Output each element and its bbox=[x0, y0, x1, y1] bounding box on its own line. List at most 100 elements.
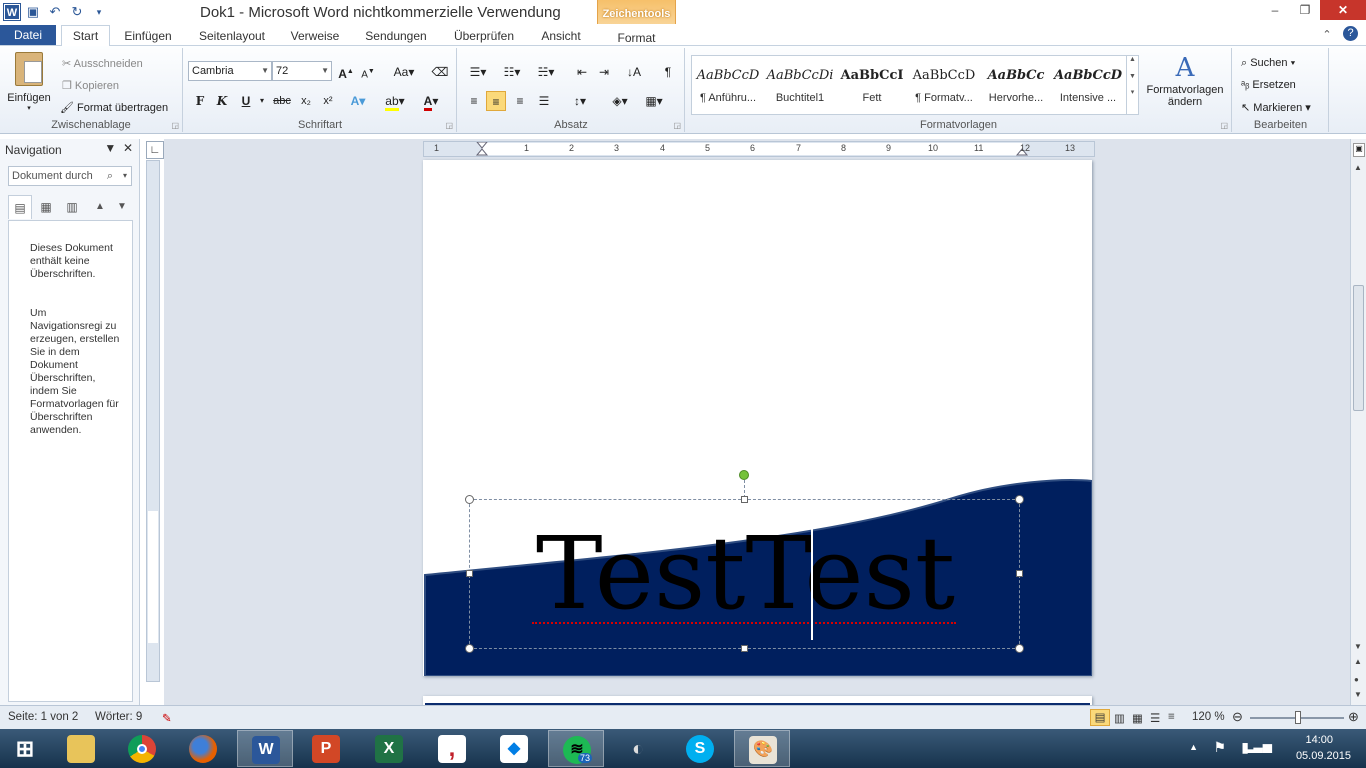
textbox[interactable]: TestTest bbox=[469, 499, 1020, 649]
style-item[interactable]: AaBbCcI Fett bbox=[836, 56, 908, 114]
resize-handle-tl[interactable] bbox=[465, 495, 474, 504]
tab-verweise[interactable]: Verweise bbox=[284, 26, 346, 46]
copy-button[interactable]: ❐ Kopieren bbox=[62, 79, 119, 92]
italic-button[interactable]: K bbox=[212, 91, 232, 111]
strikethrough-button[interactable]: abc bbox=[270, 91, 294, 111]
resize-handle-t[interactable] bbox=[741, 496, 748, 503]
resize-handle-bl[interactable] bbox=[465, 644, 474, 653]
font-name-combo[interactable]: Cambria ▼ bbox=[188, 61, 272, 81]
scroll-down-icon[interactable]: ▼ bbox=[1354, 642, 1362, 651]
chevron-down-icon[interactable]: ▾ bbox=[123, 167, 127, 185]
customize-qat-icon[interactable]: ▾ bbox=[90, 3, 108, 21]
paste-button[interactable]: Einfügen ▾ bbox=[4, 52, 54, 112]
outline-icon[interactable]: ☰ bbox=[1150, 711, 1160, 725]
web-layout-icon[interactable]: ▦ bbox=[1132, 711, 1143, 725]
shrink-font-icon[interactable]: A▼ bbox=[358, 62, 378, 82]
chevron-up-icon[interactable]: ▲ bbox=[1127, 56, 1138, 63]
line-spacing-icon[interactable]: ↕▾ bbox=[566, 91, 594, 111]
chevron-down-icon[interactable]: ▼ bbox=[1127, 73, 1138, 80]
draft-icon[interactable]: ≡ bbox=[1168, 711, 1175, 723]
ruler-toggle-icon[interactable]: ▣ bbox=[1353, 143, 1365, 157]
borders-icon[interactable]: ▦▾ bbox=[640, 91, 668, 111]
increase-indent-icon[interactable]: ⇥ bbox=[594, 62, 614, 82]
pilcrow-icon[interactable]: ¶ bbox=[658, 62, 678, 82]
align-right-icon[interactable]: ≡ bbox=[510, 91, 530, 111]
bullets-icon[interactable]: ☰▾ bbox=[464, 62, 492, 82]
collapse-ribbon-icon[interactable]: ⌃ bbox=[1318, 26, 1336, 44]
taskbar-powerpoint[interactable]: P bbox=[298, 730, 354, 767]
grow-font-icon[interactable]: A▲ bbox=[336, 62, 356, 82]
gallery-scroll[interactable]: ▲ ▼ ▾ bbox=[1126, 56, 1138, 114]
cut-button[interactable]: ✂ Ausschneiden bbox=[62, 57, 143, 70]
style-item[interactable]: AaBbCcD ¶ Anführu... bbox=[692, 56, 764, 114]
next-icon[interactable]: ▼ bbox=[110, 195, 134, 219]
taskbar-explorer[interactable] bbox=[53, 730, 109, 767]
select-button[interactable]: ↖ Markieren ▾ bbox=[1241, 101, 1311, 114]
justify-icon[interactable]: ☰ bbox=[534, 91, 554, 111]
restore-button[interactable]: ❐ bbox=[1290, 0, 1320, 20]
search-icon[interactable]: ⌕ bbox=[107, 167, 113, 185]
numbering-icon[interactable]: ☷▾ bbox=[498, 62, 526, 82]
sort-icon[interactable]: ↓A bbox=[624, 62, 644, 82]
next-page-icon[interactable]: ▼ bbox=[1354, 690, 1362, 699]
pages-tab-icon[interactable]: ▦ bbox=[34, 195, 58, 219]
redo-icon[interactable]: ↻ bbox=[68, 3, 86, 21]
font-color-icon[interactable]: A▾ bbox=[416, 91, 446, 111]
taskbar-speaker-app[interactable]: ◐ bbox=[610, 730, 666, 767]
dialog-launcher-icon[interactable]: ◲ bbox=[1220, 121, 1228, 130]
font-size-combo[interactable]: 72 ▼ bbox=[272, 61, 332, 81]
zoom-out-icon[interactable]: ⊖ bbox=[1232, 709, 1243, 725]
dialog-launcher-icon[interactable]: ◲ bbox=[673, 121, 681, 130]
browse-object-icon[interactable]: ● bbox=[1354, 675, 1359, 684]
full-screen-icon[interactable]: ▥ bbox=[1114, 711, 1125, 725]
find-button[interactable]: ⌕ Suchen ▾ bbox=[1241, 57, 1295, 70]
headings-tab-icon[interactable]: ▤ bbox=[8, 195, 32, 219]
style-item[interactable]: AaBbCcD ¶ Formatv... bbox=[908, 56, 980, 114]
tab-format[interactable]: Format bbox=[598, 28, 675, 48]
document-page[interactable]: TestTest bbox=[423, 160, 1092, 676]
tab-datei[interactable]: Datei bbox=[0, 25, 56, 45]
resize-handle-tr[interactable] bbox=[1015, 495, 1024, 504]
dialog-launcher-icon[interactable]: ◲ bbox=[171, 121, 179, 130]
taskbar-dropbox[interactable]: ◆ bbox=[486, 730, 542, 767]
resize-handle-r[interactable] bbox=[1016, 570, 1023, 577]
resize-handle-l[interactable] bbox=[466, 570, 473, 577]
tab-seitenlayout[interactable]: Seitenlayout bbox=[192, 26, 272, 46]
previous-icon[interactable]: ▲ bbox=[88, 195, 112, 219]
dialog-launcher-icon[interactable]: ◲ bbox=[445, 121, 453, 130]
taskbar-app[interactable]: , bbox=[424, 730, 480, 767]
superscript-icon[interactable]: x² bbox=[318, 91, 338, 111]
page-count[interactable]: Seite: 1 von 2 bbox=[8, 711, 78, 723]
word-count[interactable]: Wörter: 9 bbox=[95, 711, 142, 723]
style-item[interactable]: AaBbCcD Intensive ... bbox=[1052, 56, 1124, 114]
change-styles-button[interactable]: A Formatvorlagen ändern bbox=[1142, 52, 1228, 108]
tab-ueberpruefen[interactable]: Überprüfen bbox=[446, 26, 522, 46]
start-button[interactable]: ⊞ bbox=[0, 730, 50, 767]
tab-selector[interactable]: ∟ bbox=[146, 141, 164, 159]
zoom-slider-thumb[interactable] bbox=[1295, 711, 1301, 724]
navigation-search-input[interactable]: Dokument durch ⌕ ▾ bbox=[8, 166, 132, 186]
previous-page-icon[interactable]: ▲ bbox=[1354, 657, 1362, 666]
results-tab-icon[interactable]: ▥ bbox=[60, 195, 84, 219]
undo-icon[interactable]: ↶ bbox=[46, 3, 64, 21]
taskbar-excel[interactable]: X bbox=[361, 730, 417, 767]
align-center-icon[interactable]: ≡ bbox=[486, 91, 506, 111]
chevron-down-icon[interactable]: ▼ bbox=[104, 141, 116, 155]
close-button[interactable]: ✕ bbox=[1320, 0, 1366, 20]
resize-handle-br[interactable] bbox=[1015, 644, 1024, 653]
format-painter-button[interactable]: 🖌 Format übertragen bbox=[60, 101, 168, 114]
decrease-indent-icon[interactable]: ⇤ bbox=[572, 62, 592, 82]
taskbar-firefox[interactable] bbox=[175, 730, 231, 767]
underline-dropdown-icon[interactable]: ▾ bbox=[252, 91, 272, 111]
clock-time[interactable]: 14:00 bbox=[1305, 734, 1333, 746]
style-item[interactable]: AaBbCcDi Buchtitel1 bbox=[764, 56, 836, 114]
tab-start[interactable]: Start bbox=[61, 25, 110, 47]
rotate-handle[interactable] bbox=[739, 470, 749, 480]
highlight-color-icon[interactable]: ab▾ bbox=[380, 91, 410, 111]
save-icon[interactable]: ▣ bbox=[24, 3, 42, 21]
close-icon[interactable]: ✕ bbox=[123, 141, 133, 155]
multilevel-list-icon[interactable]: ☵▾ bbox=[532, 62, 560, 82]
action-center-icon[interactable]: ⚑ bbox=[1213, 739, 1226, 756]
shading-icon[interactable]: ◈▾ bbox=[606, 91, 634, 111]
network-icon[interactable]: ▂▃▅ bbox=[1244, 739, 1272, 753]
